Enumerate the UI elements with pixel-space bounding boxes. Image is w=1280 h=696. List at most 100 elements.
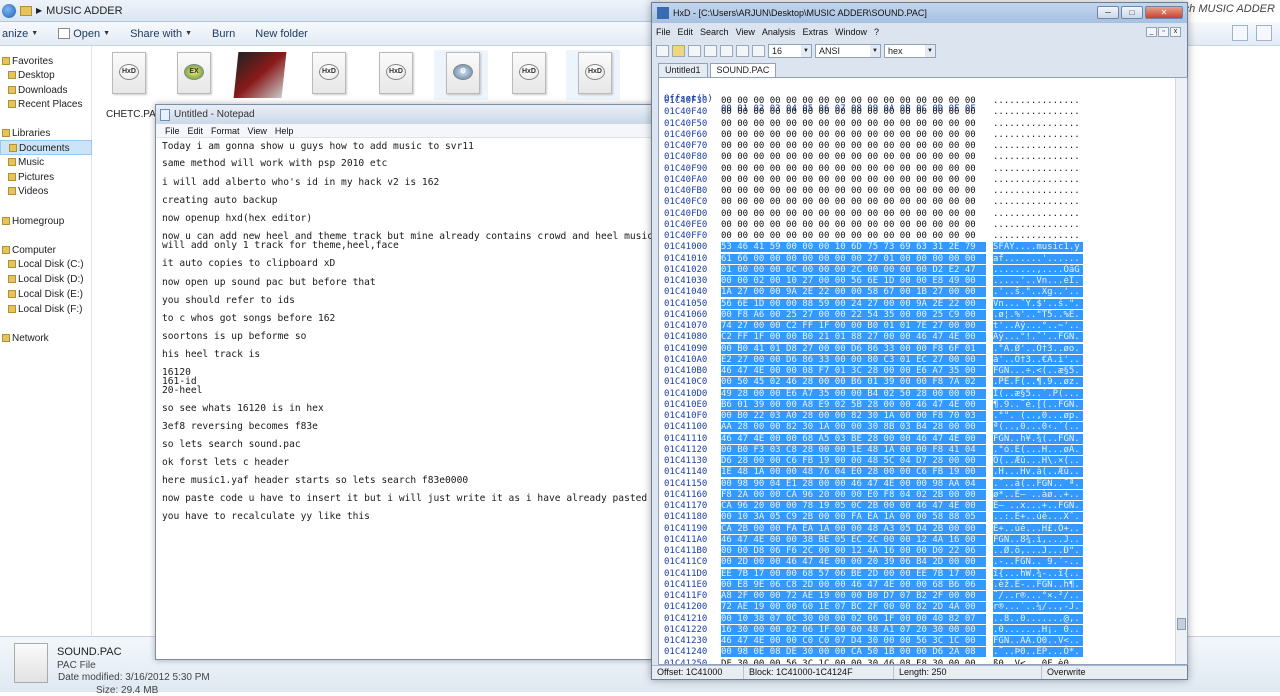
menu-help[interactable]: ? xyxy=(874,27,879,41)
hex-row[interactable]: 01C41210 00 10 38 07 0C 30 00 00 02 06 1F… xyxy=(659,613,1179,624)
nav-item-local-disk-e[interactable]: Local Disk (E:) xyxy=(0,287,92,302)
tool-icon[interactable] xyxy=(720,45,733,57)
tab-sound-pac[interactable]: SOUND.PAC xyxy=(709,63,777,77)
burn-button[interactable]: Burn xyxy=(202,22,245,46)
hex-row[interactable]: 01C410D0 49 28 00 00 E6 A7 35 00 00 B4 02… xyxy=(659,388,1179,399)
hex-row[interactable]: 01C40F50 00 00 00 00 00 00 00 00 00 00 00… xyxy=(659,119,1179,129)
menu-search[interactable]: Search xyxy=(700,27,729,41)
nav-item-network[interactable]: Network xyxy=(0,331,92,346)
hex-row[interactable]: 01C411C0 00 2D 00 00 46 47 4E 00 00 20 39… xyxy=(659,557,1179,568)
file-icon-2[interactable]: EX xyxy=(165,50,219,100)
nav-item-homegroup[interactable]: Homegroup xyxy=(0,214,92,229)
hex-editor-view[interactable]: Offset(h) 00 01 02 03 04 05 06 07 08 09 … xyxy=(658,77,1188,665)
tab-untitled1[interactable]: Untitled1 xyxy=(658,63,708,77)
hex-row[interactable]: 01C410E0 B6 01 39 00 00 A8 E9 02 5B 28 00… xyxy=(659,399,1179,410)
nav-item-local-disk-c[interactable]: Local Disk (C:) xyxy=(0,257,92,272)
hex-row[interactable]: 01C41140 1E 48 1A 00 00 48 76 04 E0 28 00… xyxy=(659,467,1179,478)
nav-item-local-disk-d[interactable]: Local Disk (D:) xyxy=(0,272,92,287)
nav-item-documents[interactable]: Documents xyxy=(0,140,92,155)
nav-item-recent-places[interactable]: Recent Places xyxy=(0,97,92,112)
nav-item-desktop[interactable]: Desktop xyxy=(0,68,92,83)
breadcrumb[interactable]: MUSIC ADDER xyxy=(46,5,122,17)
menu-view[interactable]: View xyxy=(248,126,267,136)
hex-row[interactable]: 01C40F70 00 00 00 00 00 00 00 00 00 00 00… xyxy=(659,141,1179,151)
hex-row[interactable]: 01C41220 16 30 00 00 02 06 1F 00 00 48 A1… xyxy=(659,624,1179,635)
hxd-titlebar[interactable]: HxD - [C:\Users\ARJUN\Desktop\MUSIC ADDE… xyxy=(652,3,1187,23)
hex-row[interactable]: 01C41200 72 AE 19 00 00 60 1E 07 BC 2F 00… xyxy=(659,602,1179,613)
preview-pane-icon[interactable] xyxy=(1256,25,1272,41)
close-button[interactable]: ✕ xyxy=(1145,6,1183,19)
notepad-text-area[interactable]: Today i am gonna show u guys how to add … xyxy=(156,138,656,659)
file-icon-6[interactable]: ⚙ xyxy=(434,50,488,100)
file-icon-3[interactable] xyxy=(230,50,287,100)
hex-row[interactable]: 01C410F0 00 B0 22 03 A0 28 00 00 82 30 1A… xyxy=(659,411,1179,421)
new-file-icon[interactable] xyxy=(656,45,669,57)
hex-row[interactable]: 01C40FA0 00 00 00 00 00 00 00 00 00 00 00… xyxy=(659,175,1179,185)
file-icon-7[interactable]: HxD xyxy=(500,50,554,100)
file-icon-8[interactable]: HxD xyxy=(566,50,620,100)
hex-row[interactable]: 01C40F30 00 00 00 00 00 00 00 00 00 00 00… xyxy=(659,96,1179,106)
hex-row[interactable]: 01C41160 F8 2A 00 00 CA 96 20 00 00 E0 F8… xyxy=(659,489,1179,500)
hex-row[interactable]: 01C41130 D6 28 00 00 C6 FB 19 00 00 48 5C… xyxy=(659,456,1179,466)
back-icon[interactable] xyxy=(2,3,16,18)
menu-edit[interactable]: Edit xyxy=(188,126,204,136)
menu-file[interactable]: File xyxy=(656,27,671,41)
tool-icon[interactable] xyxy=(736,45,749,57)
hex-row[interactable]: 01C41170 CA 96 20 00 00 78 19 05 0C 2B 00… xyxy=(659,501,1179,511)
hex-row[interactable]: 01C411A0 46 47 4E 00 00 38 BE 05 EC 2C 00… xyxy=(659,534,1179,545)
mdi-close-button[interactable]: x xyxy=(1170,27,1181,37)
hex-row[interactable]: 01C40FE0 00 00 00 00 00 00 00 00 00 00 00… xyxy=(659,220,1179,230)
hex-row[interactable]: 01C40F40 00 00 00 00 00 00 00 00 00 00 00… xyxy=(659,107,1179,117)
hex-row[interactable]: 01C41100 AA 28 00 00 82 30 1A 00 00 30 8B… xyxy=(659,422,1179,433)
hex-row[interactable]: 01C41240 00 98 0E 08 DE 30 00 00 CA 50 1B… xyxy=(659,647,1179,658)
hex-row[interactable]: 01C411B0 00 00 D8 06 F6 2C 00 00 12 4A 16… xyxy=(659,546,1179,556)
search-input[interactable]: rch MUSIC ADDER xyxy=(1180,3,1280,19)
nav-item-downloads[interactable]: Downloads xyxy=(0,83,92,98)
hex-row[interactable]: 01C41190 CA 2B 00 00 FA EA 1A 00 00 48 A3… xyxy=(659,523,1179,534)
minimize-button[interactable]: ─ xyxy=(1097,6,1119,19)
nav-item-libraries[interactable]: Libraries xyxy=(0,126,92,141)
hex-row[interactable]: 01C40FF0 00 00 00 00 00 00 00 00 00 00 00… xyxy=(659,231,1179,241)
menu-extras[interactable]: Extras xyxy=(802,27,828,41)
hxd-window[interactable]: HxD - [C:\Users\ARJUN\Desktop\MUSIC ADDE… xyxy=(651,2,1188,680)
menu-window[interactable]: Window xyxy=(835,27,867,41)
hex-row[interactable]: 01C411F0 A8 2F 00 00 72 AE 19 00 00 B0 D7… xyxy=(659,591,1179,601)
hex-row[interactable]: 01C41020 01 00 00 00 0C 00 00 00 2C 00 00… xyxy=(659,264,1179,275)
hex-row[interactable]: 01C40FC0 00 00 00 00 00 00 00 00 00 00 00… xyxy=(659,197,1179,207)
tool-icon[interactable] xyxy=(704,45,717,57)
base-select[interactable]: hex ▼ xyxy=(884,44,936,58)
hex-row[interactable]: 01C410C0 00 50 45 02 46 28 00 00 B6 01 39… xyxy=(659,377,1179,388)
menu-file[interactable]: File xyxy=(165,126,180,136)
hex-row[interactable]: 01C40F60 00 00 00 00 00 00 00 00 00 00 00… xyxy=(659,130,1179,140)
vertical-scrollbar[interactable] xyxy=(1175,78,1187,664)
hex-row[interactable]: 01C41060 00 F8 A6 00 25 27 00 00 22 54 35… xyxy=(659,309,1179,320)
address-bar[interactable]: ▶ MUSIC ADDER xyxy=(0,0,660,22)
hex-row[interactable]: 01C411D0 EE 7B 17 00 00 68 57 06 BE 2D 00… xyxy=(659,568,1179,579)
hex-row[interactable]: 01C40F80 00 00 00 00 00 00 00 00 00 00 00… xyxy=(659,152,1179,162)
menu-view[interactable]: View xyxy=(736,27,755,41)
open-file-icon[interactable] xyxy=(672,45,685,57)
hex-row[interactable]: 01C41110 46 47 4E 00 00 68 A5 03 BE 28 00… xyxy=(659,433,1179,444)
hex-row[interactable]: 01C41040 1A 27 00 00 9A 2E 22 00 00 58 67… xyxy=(659,287,1179,298)
maximize-button[interactable]: □ xyxy=(1121,6,1143,19)
hex-row[interactable]: 01C41230 46 47 4E 00 00 C0 C0 07 D4 30 00… xyxy=(659,636,1179,646)
hex-row[interactable]: 01C41180 00 10 3A 05 C9 2B 00 00 FA EA 1A… xyxy=(659,512,1179,523)
hex-row[interactable]: 01C40FD0 00 00 00 00 00 00 00 00 00 00 00… xyxy=(659,209,1179,219)
menu-edit[interactable]: Edit xyxy=(678,27,694,41)
share-with-button[interactable]: Share with ▼ xyxy=(120,22,202,46)
hex-row[interactable]: 01C410B0 46 47 4E 00 00 08 F7 01 3C 28 00… xyxy=(659,366,1179,376)
hex-row[interactable]: 01C41080 C2 FF 1F 00 00 B0 21 01 88 27 00… xyxy=(659,332,1179,343)
nav-item-local-disk-f[interactable]: Local Disk (F:) xyxy=(0,302,92,317)
scrollbar-thumb[interactable] xyxy=(1177,618,1186,630)
hex-row[interactable]: 01C410A0 E2 27 00 00 D6 86 33 00 00 80 C3… xyxy=(659,354,1179,365)
save-icon[interactable] xyxy=(688,45,701,57)
menu-help[interactable]: Help xyxy=(275,126,294,136)
hex-row[interactable]: 01C41010 61 66 00 00 00 00 00 00 00 27 01… xyxy=(659,253,1179,264)
open-button[interactable]: Open ▼ xyxy=(48,22,120,46)
hex-row[interactable]: 01C40F90 00 00 00 00 00 00 00 00 00 00 00… xyxy=(659,164,1179,174)
mdi-restore-button[interactable]: ▫ xyxy=(1158,27,1169,37)
hex-row[interactable]: 01C41090 00 B0 41 01 D8 27 00 00 D6 86 33… xyxy=(659,343,1179,354)
notepad-window[interactable]: Untitled - Notepad File Edit Format View… xyxy=(155,104,657,660)
hex-row[interactable]: 01C40FB0 00 00 00 00 00 00 00 00 00 00 00… xyxy=(659,186,1179,196)
nav-item-videos[interactable]: Videos xyxy=(0,184,92,199)
